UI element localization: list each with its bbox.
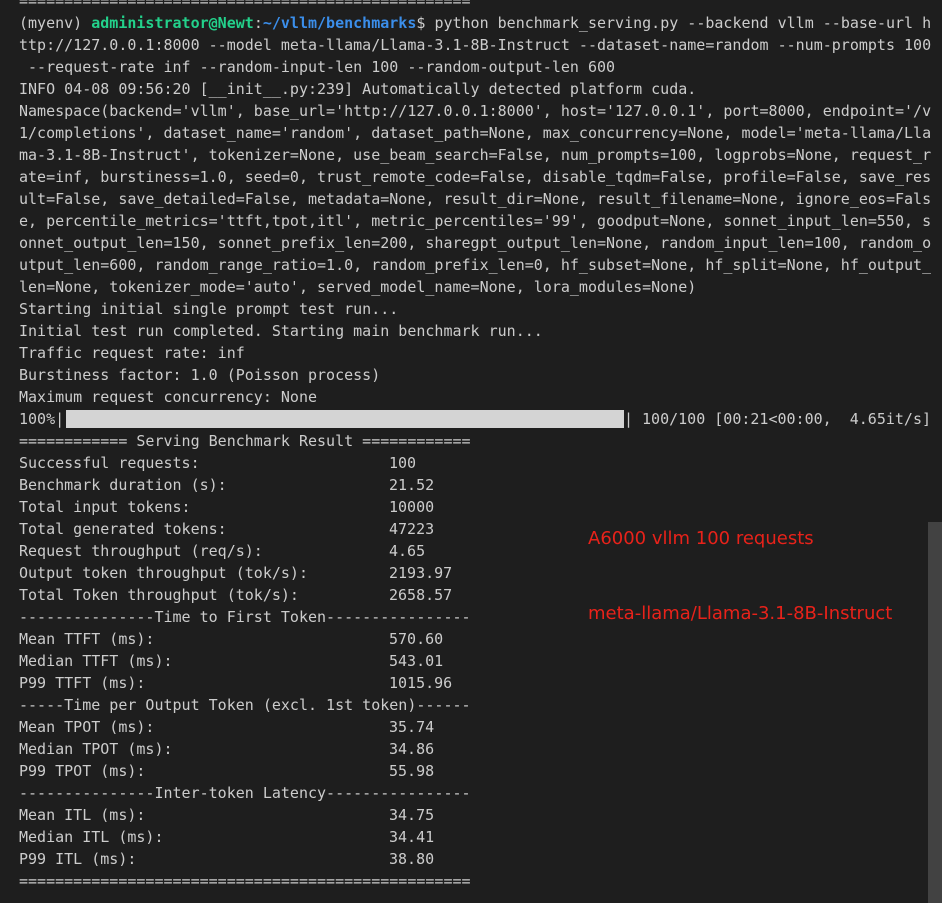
- progress-bar: [66, 410, 624, 428]
- itl-header: ---------------Inter-token Latency------…: [19, 784, 471, 802]
- metric-key: Median TTFT (ms):: [19, 652, 173, 670]
- result-value: 4.65: [389, 542, 426, 560]
- progress-percent: 100%|: [19, 410, 65, 428]
- terminal-output: ========================================…: [19, 0, 931, 892]
- result-key: Total input tokens:: [19, 498, 191, 516]
- metric-key: Median ITL (ms):: [19, 828, 164, 846]
- metric-value: 570.60: [389, 630, 444, 648]
- result-value: 10000: [389, 498, 435, 516]
- status-line: Starting initial single prompt test run.…: [19, 300, 399, 318]
- metric-key: Mean TPOT (ms):: [19, 718, 155, 736]
- namespace-line: e, percentile_metrics='ttft,tpot,itl', m…: [19, 212, 931, 230]
- top-rule: ========================================…: [19, 0, 471, 10]
- metric-key: P99 TTFT (ms):: [19, 674, 146, 692]
- terminal-window[interactable]: ========================================…: [0, 0, 942, 903]
- result-value: 2658.57: [389, 586, 453, 604]
- itl-row: P99 ITL (ms): 38.80: [19, 848, 931, 870]
- metric-value: 543.01: [389, 652, 444, 670]
- result-value: 21.52: [389, 476, 435, 494]
- namespace-line: ma-3.1-8B-Instruct', tokenizer=None, use…: [19, 146, 931, 164]
- tpot-row: Median TPOT (ms): 34.86: [19, 738, 931, 760]
- namespace-line: onnet_output_len=150, sonnet_prefix_len=…: [19, 234, 931, 252]
- bottom-rule: ========================================…: [19, 872, 471, 890]
- itl-row: Median ITL (ms): 34.41: [19, 826, 931, 848]
- command-line-2: ttp://127.0.0.1:8000 --model meta-llama/…: [19, 36, 931, 54]
- itl-row: Mean ITL (ms): 34.75: [19, 804, 931, 826]
- metric-value: 38.80: [389, 850, 435, 868]
- metric-value: 55.98: [389, 762, 435, 780]
- result-key: Output token throughput (tok/s):: [19, 564, 308, 582]
- metric-value: 34.41: [389, 828, 435, 846]
- result-key: Benchmark duration (s):: [19, 476, 227, 494]
- namespace-line: len=None, tokenizer_mode='auto', served_…: [19, 278, 697, 296]
- metric-key: P99 ITL (ms):: [19, 850, 137, 868]
- result-key: Successful requests:: [19, 454, 200, 472]
- status-line: Burstiness factor: 1.0 (Poisson process): [19, 366, 381, 384]
- namespace-line: Namespace(backend='vllm', base_url='http…: [19, 102, 931, 120]
- command-line-3: --request-rate inf --random-input-len 10…: [19, 58, 616, 76]
- prompt-path: ~/vllm/benchmarks: [262, 14, 417, 32]
- status-block: Starting initial single prompt test run.…: [19, 298, 931, 408]
- namespace-line: ate=inf, burstiness=1.0, seed=0, trust_r…: [19, 168, 931, 186]
- metric-key: Median TPOT (ms):: [19, 740, 173, 758]
- metric-value: 34.86: [389, 740, 435, 758]
- metric-value: 1015.96: [389, 674, 453, 692]
- result-header: ============ Serving Benchmark Result ==…: [19, 432, 471, 450]
- tpot-row: P99 TPOT (ms): 55.98: [19, 760, 931, 782]
- namespace-line: ult=False, save_detailed=False, metadata…: [19, 190, 931, 208]
- annotation-line-2: meta-llama/Llama-3.1-8B-Instruct: [588, 603, 893, 624]
- namespace-line: 1/completions', dataset_name='random', d…: [19, 124, 931, 142]
- metric-value: 34.75: [389, 806, 435, 824]
- tpot-block: Mean TPOT (ms): 35.74 Median TPOT (ms): 34…: [19, 716, 931, 782]
- env-name: (myenv): [19, 14, 92, 32]
- result-key: Total generated tokens:: [19, 520, 227, 538]
- red-annotation: A6000 vllm 100 requests meta-llama/Llama…: [588, 476, 892, 676]
- prompt-symbol: $: [416, 14, 435, 32]
- metric-key: Mean ITL (ms):: [19, 806, 146, 824]
- itl-block: Mean ITL (ms): 34.75 Median ITL (ms): 34.4…: [19, 804, 931, 870]
- result-value: 47223: [389, 520, 435, 538]
- status-line: Initial test run completed. Starting mai…: [19, 322, 543, 340]
- result-key: Request throughput (req/s):: [19, 542, 263, 560]
- progress-suffix: | 100/100 [00:21<00:00, 4.65it/s]: [623, 410, 931, 428]
- annotation-line-1: A6000 vllm 100 requests: [588, 528, 814, 549]
- status-line: Maximum request concurrency: None: [19, 388, 318, 406]
- status-line: Traffic request rate: inf: [19, 344, 245, 362]
- result-row: Successful requests: 100: [19, 452, 931, 474]
- tpot-row: Mean TPOT (ms): 35.74: [19, 716, 931, 738]
- namespace-block: Namespace(backend='vllm', base_url='http…: [19, 100, 931, 298]
- result-value: 100: [389, 454, 417, 472]
- prompt-colon: :: [253, 14, 263, 32]
- metric-key: Mean TTFT (ms):: [19, 630, 155, 648]
- result-key: Total Token throughput (tok/s):: [19, 586, 299, 604]
- progress-row: 100%| | 100/100 [00:21<00:00, 4.65it/s]: [19, 408, 931, 430]
- info-line: INFO 04-08 09:56:20 [__init__.py:239] Au…: [19, 80, 697, 98]
- result-value: 2193.97: [389, 564, 453, 582]
- command-line-1: (myenv) administrator@Newt:~/vllm/benchm…: [19, 12, 931, 34]
- metric-value: 35.74: [389, 718, 435, 736]
- prompt-user-host: administrator@Newt: [91, 14, 254, 32]
- tpot-header: -----Time per Output Token (excl. 1st to…: [19, 696, 471, 714]
- metric-key: P99 TPOT (ms):: [19, 762, 146, 780]
- namespace-line: utput_len=600, random_range_ratio=1.0, r…: [19, 256, 931, 274]
- scrollbar-thumb[interactable]: [928, 522, 942, 903]
- command-text: python benchmark_serving.py --backend vl…: [434, 14, 931, 32]
